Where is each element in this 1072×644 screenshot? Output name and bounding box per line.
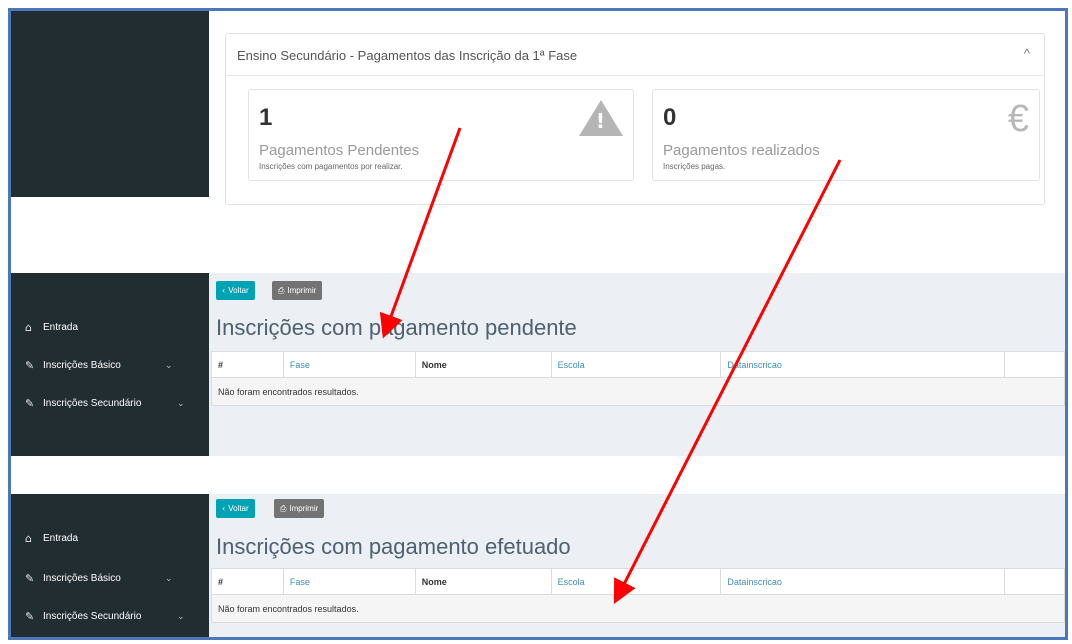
sidebar [11, 11, 209, 197]
table-row: Não foram encontrados resultados. [211, 377, 1065, 406]
paid-sub: Inscrições pagas. [663, 162, 726, 171]
chevron-down-icon: ⌄ [165, 573, 173, 584]
empty-message: Não foram encontrados resultados. [211, 377, 1065, 406]
pending-table: # Fase Nome Escola Datainscricao Não for… [211, 351, 1065, 406]
page-title: Inscrições com pagamento pendente [216, 315, 577, 340]
home-icon: ⌂ [25, 321, 32, 334]
print-icon: ⎙ [280, 503, 287, 513]
chevron-down-icon: ⌄ [177, 611, 185, 622]
pending-payments-card: 1 Pagamentos Pendentes Inscrições com pa… [248, 89, 634, 181]
table-header: # Fase Nome Escola Datainscricao [211, 351, 1065, 378]
col-escola[interactable]: Escola [550, 568, 722, 595]
back-button[interactable]: ‹ Voltar [216, 499, 255, 518]
pending-sub: Inscrições com pagamentos por realizar. [259, 162, 403, 171]
pending-section: ⌂ Entrada ✎ Inscrições Básico ⌄ ✎ Inscri… [11, 273, 1065, 456]
sidebar-item-label: Entrada [43, 322, 79, 333]
chevron-left-icon: ‹ [222, 504, 226, 513]
sidebar-item-inscricoes-secundario[interactable]: ✎ Inscrições Secundário ⌄ [25, 397, 185, 410]
table-header: # Fase Nome Escola Datainscricao [211, 568, 1065, 595]
edit-icon: ✎ [25, 572, 35, 585]
pending-label: Pagamentos Pendentes [259, 142, 420, 159]
sidebar-item-entrada[interactable]: ⌂ Entrada [25, 532, 78, 545]
summary-section: Ensino Secundário - Pagamentos das Inscr… [11, 11, 1065, 205]
sidebar-item-inscricoes-secundario[interactable]: ✎ Inscrições Secundário ⌄ [25, 610, 185, 623]
payments-done-card: 0 Pagamentos realizados Inscrições pagas… [652, 89, 1040, 181]
screenshot-frame: Ensino Secundário - Pagamentos das Inscr… [8, 8, 1068, 640]
page-title: Inscrições com pagamento efetuado [216, 534, 571, 559]
sidebar-item-label: Inscrições Secundário [43, 398, 142, 409]
empty-message: Não foram encontrados resultados. [211, 594, 1065, 623]
sidebar-item-inscricoes-basico[interactable]: ✎ Inscrições Básico ⌄ [25, 359, 173, 372]
sidebar-item-inscricoes-basico[interactable]: ✎ Inscrições Básico ⌄ [25, 572, 173, 585]
chevron-down-icon: ⌄ [177, 398, 185, 409]
col-escola[interactable]: Escola [550, 351, 722, 378]
summary-panel: Ensino Secundário - Pagamentos das Inscr… [225, 33, 1045, 205]
col-actions [1004, 351, 1065, 378]
col-number[interactable]: # [211, 568, 284, 595]
edit-icon: ✎ [25, 397, 35, 410]
panel-title: Ensino Secundário - Pagamentos das Inscr… [237, 48, 578, 63]
col-nome[interactable]: Nome [414, 351, 552, 378]
paid-count: 0 [663, 104, 677, 131]
col-actions [1004, 568, 1065, 595]
col-number[interactable]: # [211, 351, 284, 378]
panel-header[interactable]: Ensino Secundário - Pagamentos das Inscr… [226, 34, 1044, 76]
sidebar-item-label: Entrada [43, 533, 79, 544]
warning-mark: ! [595, 109, 605, 133]
col-nome[interactable]: Nome [414, 568, 552, 595]
sidebar-item-entrada[interactable]: ⌂ Entrada [25, 321, 78, 334]
col-fase[interactable]: Fase [282, 568, 416, 595]
print-icon: ⎙ [278, 285, 285, 295]
chevron-down-icon: ⌄ [165, 360, 173, 371]
paid-label: Pagamentos realizados [663, 142, 820, 159]
back-label: Voltar [228, 286, 249, 295]
home-icon: ⌂ [25, 532, 32, 545]
col-fase[interactable]: Fase [282, 351, 416, 378]
edit-icon: ✎ [25, 359, 35, 372]
sidebar: ⌂ Entrada ✎ Inscrições Básico ⌄ ✎ Inscri… [11, 273, 209, 456]
print-label: Imprimir [287, 286, 317, 295]
back-label: Voltar [228, 504, 249, 513]
table-row: Não foram encontrados resultados. [211, 594, 1065, 623]
pending-count: 1 [259, 104, 273, 131]
paid-table: # Fase Nome Escola Datainscricao Não for… [211, 568, 1065, 623]
col-datainscricao[interactable]: Datainscricao [720, 568, 1006, 595]
print-button[interactable]: ⎙ Imprimir [272, 281, 323, 300]
euro-icon: € [1007, 98, 1029, 140]
sidebar: ⌂ Entrada ✎ Inscrições Básico ⌄ ✎ Inscri… [11, 494, 209, 637]
print-button[interactable]: ⎙ Imprimir [274, 499, 325, 518]
back-button[interactable]: ‹ Voltar [216, 281, 255, 300]
sidebar-item-label: Inscrições Básico [43, 360, 121, 371]
collapse-icon[interactable]: ^ [1024, 46, 1030, 61]
sidebar-item-label: Inscrições Básico [43, 573, 121, 584]
col-datainscricao[interactable]: Datainscricao [720, 351, 1006, 378]
chevron-left-icon: ‹ [222, 286, 226, 295]
edit-icon: ✎ [25, 610, 35, 623]
sidebar-item-label: Inscrições Secundário [43, 611, 142, 622]
paid-section: ⌂ Entrada ✎ Inscrições Básico ⌄ ✎ Inscri… [11, 494, 1065, 637]
print-label: Imprimir [289, 504, 319, 513]
